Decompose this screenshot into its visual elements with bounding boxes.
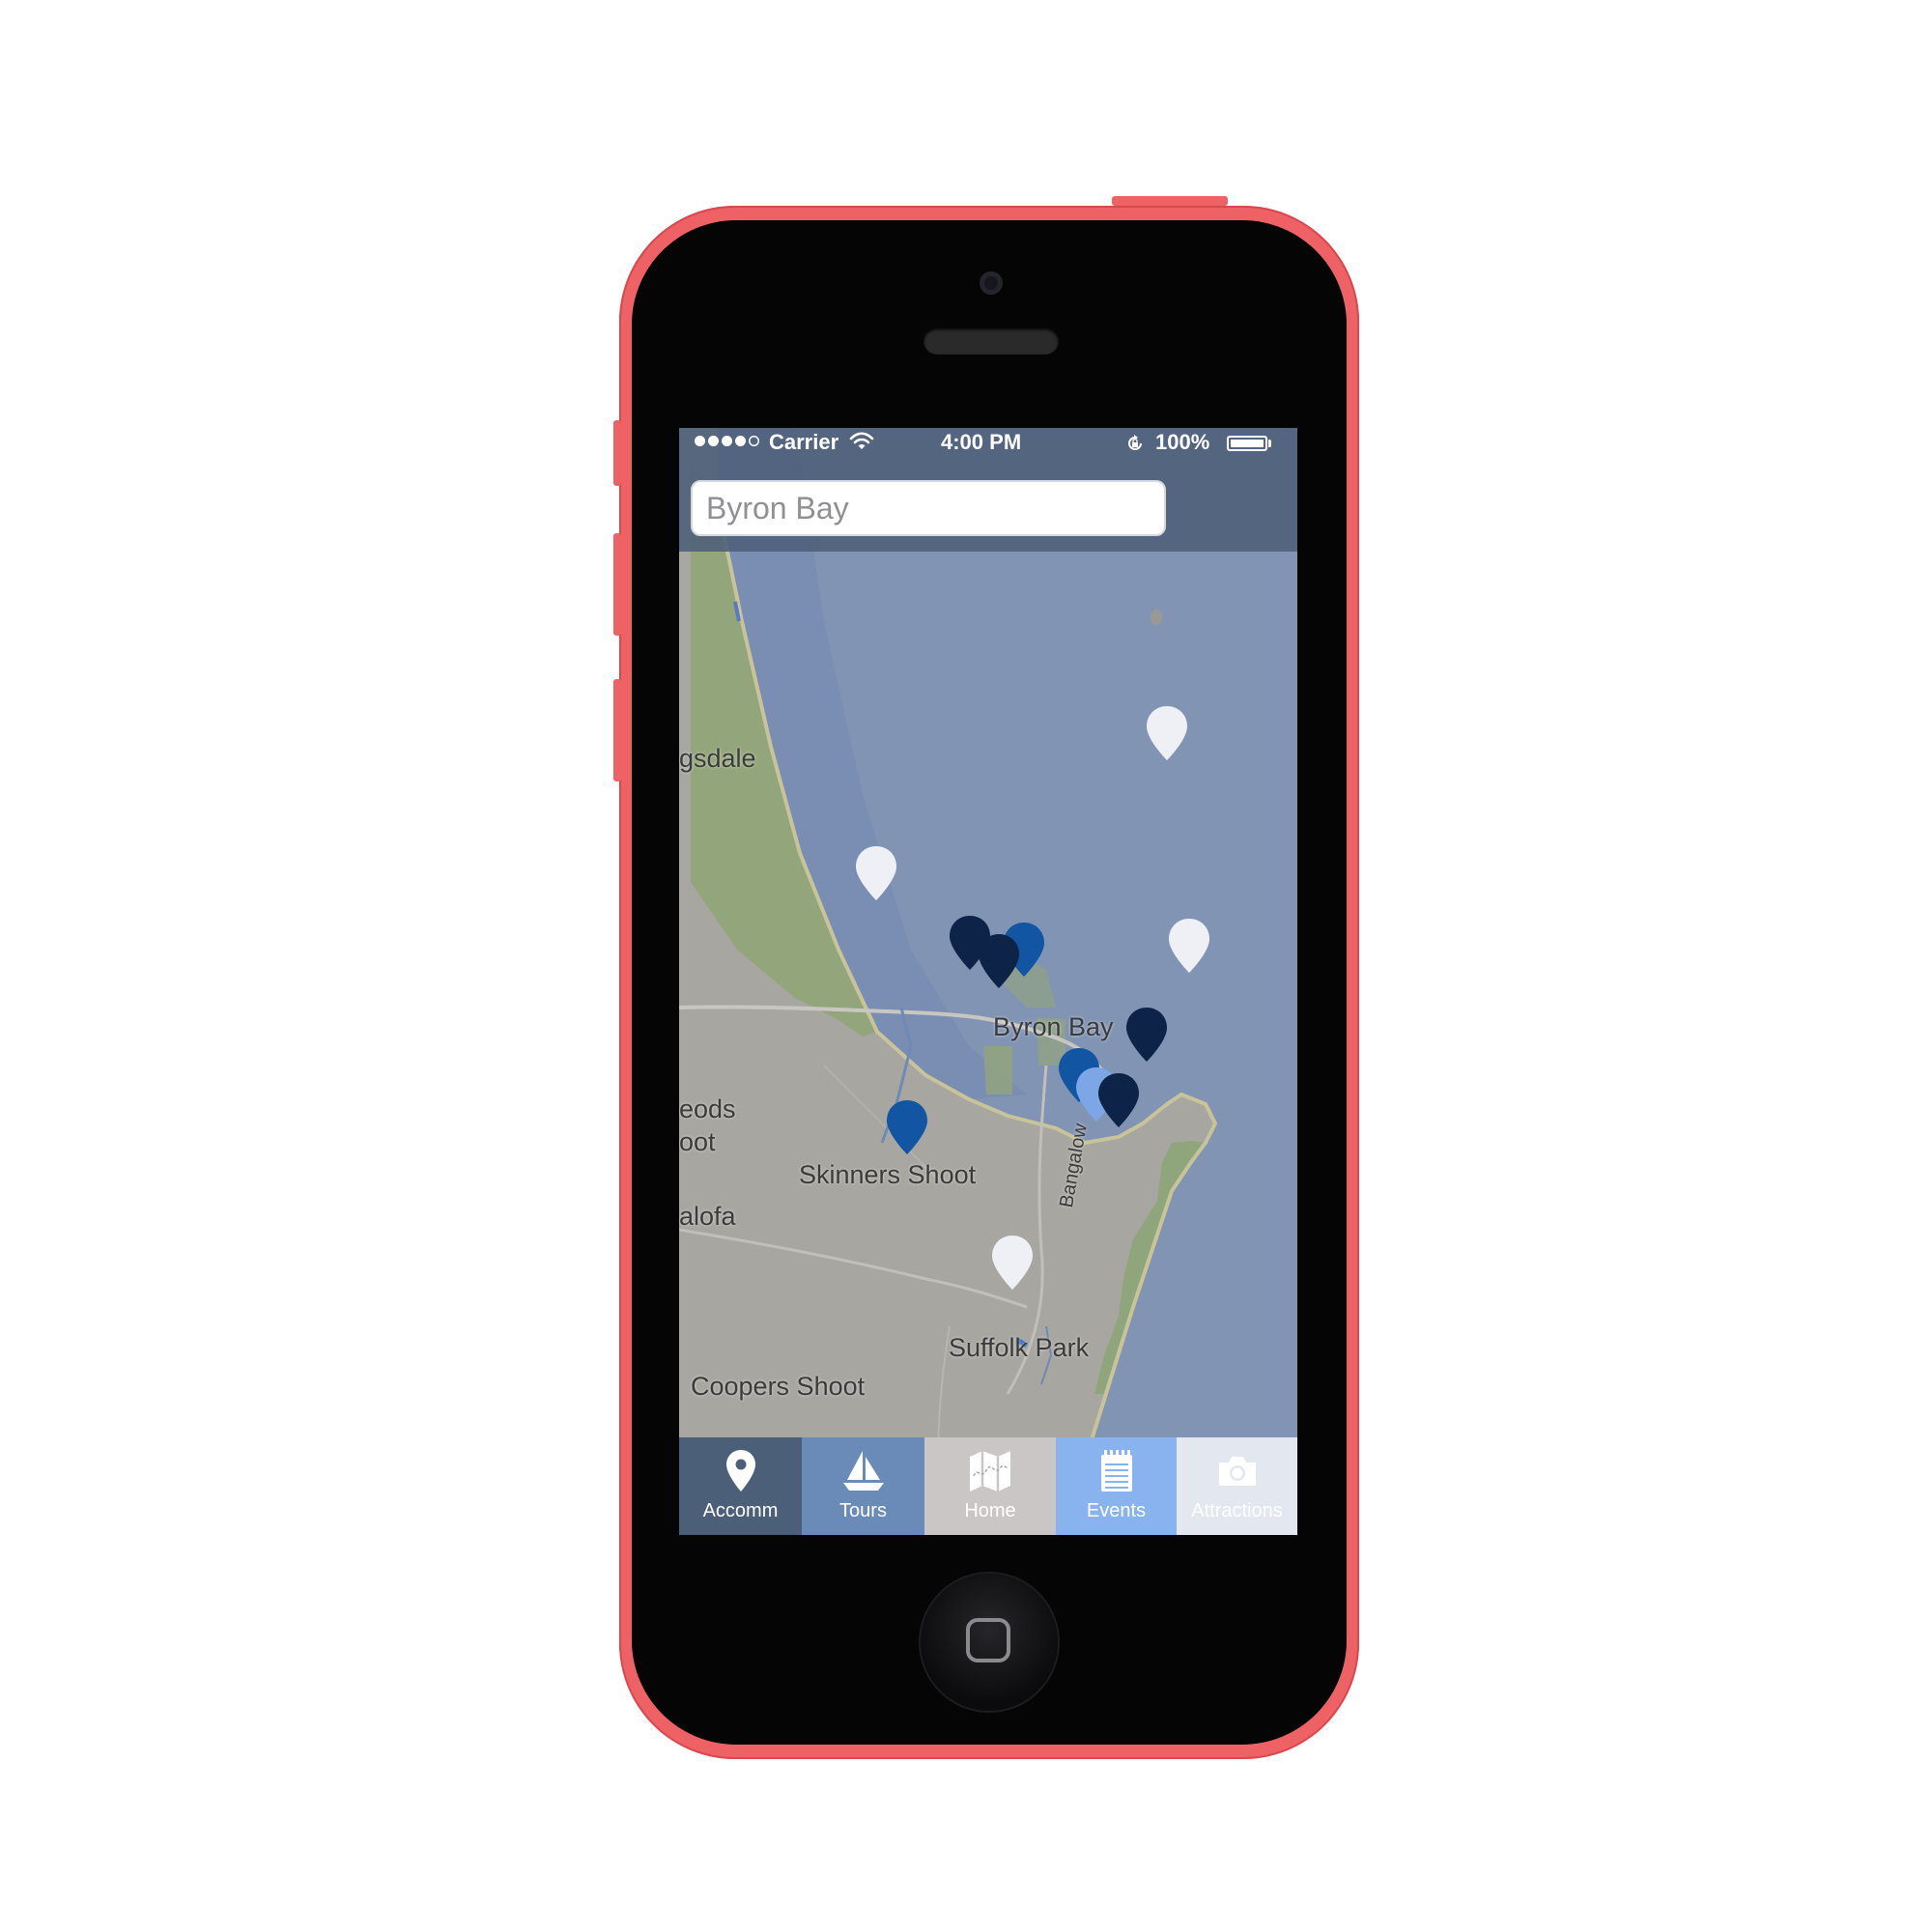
map-marker-white[interactable] <box>854 844 898 902</box>
search-input[interactable]: Byron Bay <box>691 480 1166 536</box>
front-camera <box>980 271 1003 295</box>
top-bar: Carrier 4:00 PM 100% Byron Bay <box>679 428 1297 552</box>
map-marker-white[interactable] <box>1145 704 1189 762</box>
tab-home[interactable]: Home <box>924 1437 1056 1535</box>
tab-bar: Accomm Tours Home Events Attractions <box>679 1437 1297 1535</box>
tab-tours[interactable]: Tours <box>802 1437 924 1535</box>
map-label-brunswick: gsdale <box>679 744 756 773</box>
map-label-mcleods-2: oot <box>679 1127 716 1156</box>
battery-cap <box>1268 440 1271 447</box>
map-label-byron-bay: Byron Bay <box>993 1012 1114 1041</box>
map-pin-icon <box>725 1450 755 1492</box>
folded-map-icon <box>970 1451 1010 1492</box>
map-marker-blue[interactable] <box>885 1098 929 1156</box>
map-marker-navy[interactable] <box>977 932 1021 990</box>
map-label-mcleods: eods <box>679 1094 736 1123</box>
tab-attractions[interactable]: Attractions <box>1177 1437 1297 1535</box>
signal-strength-icon <box>695 436 759 446</box>
status-bar: Carrier 4:00 PM 100% <box>679 428 1297 461</box>
map-marker-navy[interactable] <box>1124 1006 1169 1064</box>
tab-label: Events <box>1086 1500 1147 1521</box>
battery-icon <box>1227 436 1267 451</box>
volume-up-button <box>613 533 621 636</box>
mute-switch <box>613 420 621 486</box>
tab-label: Home <box>964 1500 1016 1521</box>
app-screen: gsdale Byron Bay eods oot Skinners Shoot… <box>679 428 1297 1535</box>
map-marker-navy[interactable] <box>1096 1071 1141 1129</box>
side-switch <box>1112 196 1228 206</box>
tab-label: Tours <box>839 1500 887 1521</box>
tab-events[interactable]: Events <box>1056 1437 1177 1535</box>
tab-label: Accomm <box>702 1500 779 1521</box>
tab-accomm[interactable]: Accomm <box>679 1437 802 1535</box>
tab-label: Attractions <box>1191 1500 1283 1521</box>
status-time: 4:00 PM <box>941 430 1022 454</box>
map-label-suffolk-park: Suffolk Park <box>949 1333 1090 1362</box>
camera-icon <box>1218 1457 1256 1486</box>
map-label-skinners-shoot: Skinners Shoot <box>799 1160 977 1189</box>
map-label-talofa: alofa <box>679 1202 736 1231</box>
map-marker-white[interactable] <box>990 1234 1035 1292</box>
map-marker-white[interactable] <box>1167 917 1211 975</box>
home-button[interactable] <box>921 1574 1058 1711</box>
map-label-coopers-shoot: Coopers Shoot <box>691 1372 866 1401</box>
battery-percentage: 100% <box>1155 430 1210 454</box>
home-square-icon <box>966 1618 1010 1662</box>
earpiece-speaker <box>923 327 1059 355</box>
sailboat-icon <box>842 1451 884 1491</box>
notepad-icon <box>1100 1450 1132 1492</box>
wifi-icon <box>849 432 874 449</box>
carrier-name: Carrier <box>769 430 839 454</box>
rotation-lock-icon <box>1128 435 1142 450</box>
volume-down-button <box>613 679 621 781</box>
